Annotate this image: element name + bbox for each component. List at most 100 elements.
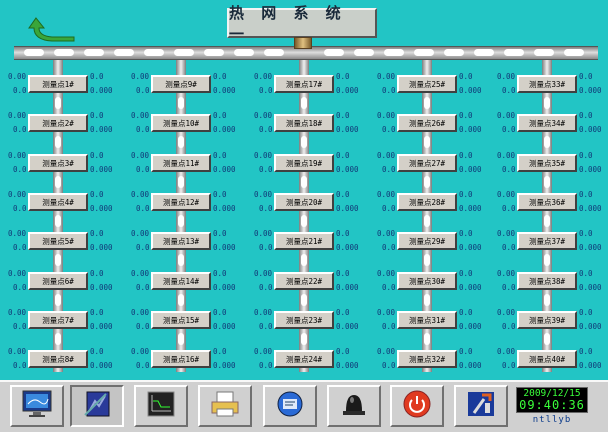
- tools-button[interactable]: [454, 385, 508, 427]
- value-bottom-right: 0.000: [90, 283, 113, 292]
- power-button[interactable]: [390, 385, 444, 427]
- monitor-button[interactable]: [10, 385, 64, 427]
- value-bottom-right: 0.000: [90, 204, 113, 213]
- pipe-dash: [424, 254, 430, 266]
- value-bottom-left: 0.0: [136, 361, 150, 370]
- pipe-dash: [424, 215, 430, 227]
- value-top-right: 0.0: [90, 308, 104, 317]
- measure-point-button[interactable]: 测量点16#: [151, 350, 211, 368]
- measure-point-button[interactable]: 测量点18#: [274, 114, 334, 132]
- value-bottom-right: 0.000: [459, 322, 482, 331]
- value-top-right: 0.0: [90, 347, 104, 356]
- measure-point-button[interactable]: 测量点37#: [517, 232, 577, 250]
- measure-point-button[interactable]: 测量点17#: [274, 75, 334, 93]
- value-top-right: 0.0: [90, 72, 104, 81]
- measure-point-button[interactable]: 测量点6#: [28, 272, 88, 290]
- measure-point-button[interactable]: 测量点36#: [517, 193, 577, 211]
- value-top-right: 0.0: [579, 308, 593, 317]
- value-top-right: 0.0: [90, 111, 104, 120]
- value-top-right: 0.0: [213, 151, 227, 160]
- back-arrow-icon[interactable]: [26, 12, 80, 42]
- value-bottom-left: 0.0: [382, 165, 396, 174]
- pipe-dash: [55, 97, 61, 109]
- measure-point-button[interactable]: 测量点38#: [517, 272, 577, 290]
- measure-point-button[interactable]: 测量点29#: [397, 232, 457, 250]
- value-top-left: 0.00: [254, 229, 273, 238]
- value-bottom-left: 0.0: [13, 243, 27, 252]
- user-label: ntllyb: [532, 415, 572, 425]
- measure-point-button[interactable]: 测量点4#: [28, 193, 88, 211]
- value-top-left: 0.00: [8, 111, 27, 120]
- measure-point-button[interactable]: 测量点12#: [151, 193, 211, 211]
- value-top-right: 0.0: [336, 72, 350, 81]
- measure-point-button[interactable]: 测量点3#: [28, 154, 88, 172]
- measure-point-button[interactable]: 测量点30#: [397, 272, 457, 290]
- value-top-right: 0.0: [336, 269, 350, 278]
- measure-point-button[interactable]: 测量点24#: [274, 350, 334, 368]
- pipe-dash: [204, 49, 224, 56]
- clock-time: 09:40:36: [519, 398, 585, 412]
- value-top-right: 0.0: [579, 151, 593, 160]
- network-globe-button[interactable]: [263, 385, 317, 427]
- value-bottom-left: 0.0: [502, 165, 516, 174]
- measure-point-button[interactable]: 测量点9#: [151, 75, 211, 93]
- value-bottom-left: 0.0: [136, 283, 150, 292]
- value-bottom-right: 0.000: [213, 361, 236, 370]
- pipe-dash: [55, 254, 61, 266]
- pipe-dash: [174, 49, 194, 56]
- measure-point-button[interactable]: 测量点40#: [517, 350, 577, 368]
- measure-point-button[interactable]: 测量点14#: [151, 272, 211, 290]
- measure-point-button[interactable]: 测量点15#: [151, 311, 211, 329]
- measure-point-button[interactable]: 测量点22#: [274, 272, 334, 290]
- measure-point-button[interactable]: 测量点11#: [151, 154, 211, 172]
- measure-point-button[interactable]: 测量点19#: [274, 154, 334, 172]
- pipe-dash: [301, 97, 307, 109]
- value-top-right: 0.0: [336, 190, 350, 199]
- pipe-dash: [178, 176, 184, 188]
- measure-point-button[interactable]: 测量点32#: [397, 350, 457, 368]
- pipe-dash: [55, 215, 61, 227]
- value-bottom-left: 0.0: [136, 165, 150, 174]
- alarm-bell-button[interactable]: [327, 385, 381, 427]
- measure-point-button[interactable]: 测量点27#: [397, 154, 457, 172]
- value-bottom-left: 0.0: [259, 204, 273, 213]
- value-top-left: 0.00: [377, 151, 396, 160]
- value-bottom-right: 0.000: [336, 204, 359, 213]
- measure-point-button[interactable]: 测量点35#: [517, 154, 577, 172]
- value-bottom-left: 0.0: [13, 361, 27, 370]
- value-bottom-left: 0.0: [502, 361, 516, 370]
- measure-point-button[interactable]: 测量点13#: [151, 232, 211, 250]
- measure-point-button[interactable]: 测量点26#: [397, 114, 457, 132]
- measure-point-button[interactable]: 测量点10#: [151, 114, 211, 132]
- measure-point-button[interactable]: 测量点23#: [274, 311, 334, 329]
- pipe-dash: [544, 294, 550, 306]
- printer-report-button[interactable]: [198, 385, 252, 427]
- measure-point-button[interactable]: 测量点33#: [517, 75, 577, 93]
- printer-report-icon: [208, 389, 242, 423]
- measure-point-button[interactable]: 测量点34#: [517, 114, 577, 132]
- pipe-dash: [301, 176, 307, 188]
- measure-point-button[interactable]: 测量点25#: [397, 75, 457, 93]
- measure-point-button[interactable]: 测量点20#: [274, 193, 334, 211]
- measure-point-button[interactable]: 测量点2#: [28, 114, 88, 132]
- measure-point-button[interactable]: 测量点28#: [397, 193, 457, 211]
- value-bottom-right: 0.000: [90, 361, 113, 370]
- measure-point-button[interactable]: 测量点7#: [28, 311, 88, 329]
- pipe-dash: [144, 49, 164, 56]
- value-top-right: 0.0: [213, 190, 227, 199]
- measure-point-button[interactable]: 测量点1#: [28, 75, 88, 93]
- value-top-right: 0.0: [459, 190, 473, 199]
- value-bottom-right: 0.000: [579, 125, 602, 134]
- trend-notebook-button[interactable]: [70, 385, 124, 427]
- value-bottom-right: 0.000: [579, 86, 602, 95]
- measure-point-button[interactable]: 测量点39#: [517, 311, 577, 329]
- value-top-left: 0.00: [377, 72, 396, 81]
- measure-point-button[interactable]: 测量点31#: [397, 311, 457, 329]
- measure-point-button[interactable]: 测量点21#: [274, 232, 334, 250]
- measure-point-button[interactable]: 测量点5#: [28, 232, 88, 250]
- value-top-right: 0.0: [579, 229, 593, 238]
- value-top-left: 0.00: [254, 72, 273, 81]
- value-top-left: 0.00: [254, 347, 273, 356]
- measure-point-button[interactable]: 测量点8#: [28, 350, 88, 368]
- curve-chart-button[interactable]: [134, 385, 188, 427]
